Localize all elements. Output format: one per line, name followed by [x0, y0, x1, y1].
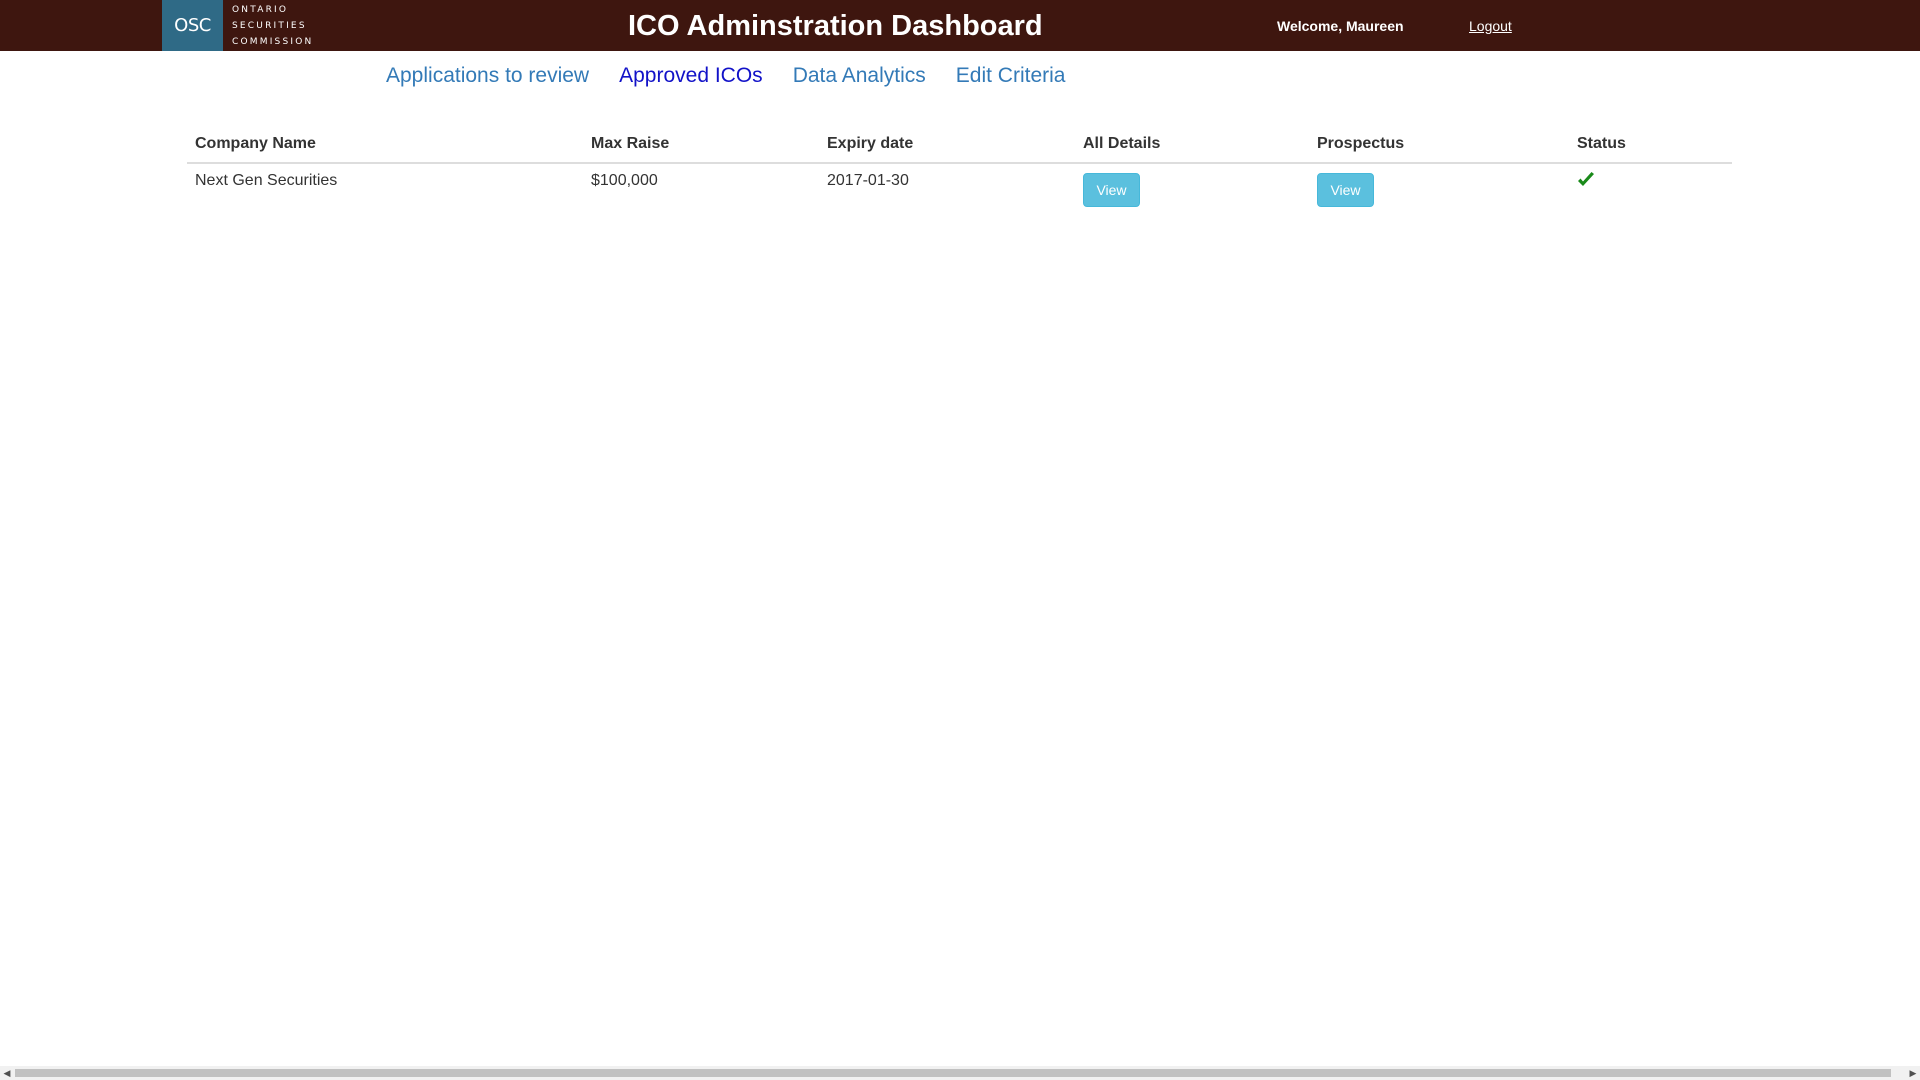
- cell-expiry-date: 2017-01-30: [827, 172, 909, 189]
- checkmark-icon: [1577, 172, 1595, 188]
- tab-edit-criteria[interactable]: Edit Criteria: [956, 64, 1066, 88]
- cell-company-name: Next Gen Securities: [195, 172, 338, 189]
- tab-approved-icos[interactable]: Approved ICOs: [619, 64, 763, 88]
- cell-status: [1569, 163, 1732, 215]
- column-header-company-name: Company Name: [187, 126, 583, 164]
- table-row: Next Gen Securities $100,000 2017-01-30 …: [187, 163, 1732, 215]
- tab-applications-to-review[interactable]: Applications to review: [386, 64, 589, 88]
- tab-data-analytics[interactable]: Data Analytics: [793, 64, 926, 88]
- view-prospectus-button[interactable]: View: [1317, 173, 1374, 207]
- column-header-max-raise: Max Raise: [583, 126, 819, 164]
- table-header-row: Company Name Max Raise Expiry date All D…: [187, 126, 1732, 164]
- scrollbar-thumb[interactable]: [15, 1069, 1891, 1077]
- column-header-expiry-date: Expiry date: [819, 126, 1075, 164]
- horizontal-scrollbar[interactable]: ◀ ▶: [0, 1066, 1920, 1080]
- scroll-left-arrow-icon[interactable]: ◀: [0, 1066, 14, 1080]
- top-bar: OSC ONTARIO SECURITIES COMMISSION ICO Ad…: [0, 0, 1920, 51]
- cell-max-raise: $100,000: [591, 172, 658, 189]
- logout-link[interactable]: Logout: [1469, 18, 1512, 34]
- column-header-all-details: All Details: [1075, 126, 1309, 164]
- osc-logo: OSC ONTARIO SECURITIES COMMISSION: [162, 0, 312, 51]
- view-details-button[interactable]: View: [1083, 173, 1140, 207]
- welcome-message: Welcome, Maureen: [1277, 18, 1404, 34]
- cell-all-details: View: [1075, 163, 1309, 215]
- approved-icos-table: Company Name Max Raise Expiry date All D…: [187, 126, 1732, 215]
- column-header-status: Status: [1569, 126, 1732, 164]
- main-nav: Applications to review Approved ICOs Dat…: [386, 64, 1065, 88]
- page-title: ICO Adminstration Dashboard: [628, 10, 1043, 42]
- logo-wordmark: ONTARIO SECURITIES COMMISSION: [232, 2, 313, 50]
- logo-line: SECURITIES: [232, 21, 307, 31]
- cell-prospectus: View: [1309, 163, 1569, 215]
- logo-abbrev: OSC: [162, 0, 223, 51]
- column-header-prospectus: Prospectus: [1309, 126, 1569, 164]
- logo-line: COMMISSION: [232, 37, 314, 47]
- scroll-right-arrow-icon[interactable]: ▶: [1906, 1066, 1920, 1080]
- logo-line: ONTARIO: [232, 5, 289, 15]
